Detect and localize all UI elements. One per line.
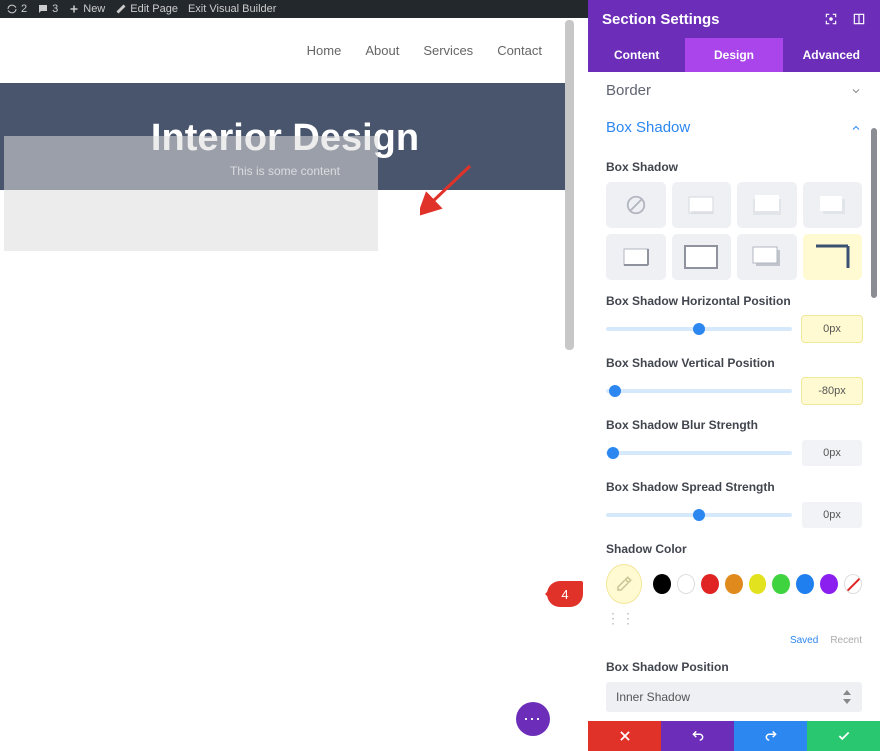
divi-fab-button[interactable]: ⋯ (516, 702, 550, 736)
eyedropper-button[interactable] (606, 564, 642, 604)
nav-contact[interactable]: Contact (497, 43, 542, 58)
swatch-clear[interactable] (844, 574, 862, 594)
callout-4: 4 (547, 581, 583, 607)
swatch-white[interactable] (677, 574, 695, 594)
hpos-slider[interactable] (606, 327, 792, 331)
chevron-down-icon (850, 85, 862, 97)
panel-tabs: Content Design Advanced (588, 38, 880, 72)
annotation-arrow-icon (420, 156, 480, 216)
section-box-shadow[interactable]: Box Shadow (606, 109, 862, 146)
panel-header: Section Settings (588, 0, 880, 38)
spread-label: Box Shadow Spread Strength (606, 480, 862, 494)
page-preview: Home About Services Contact Interior Des… (0, 18, 570, 751)
tab-design[interactable]: Design (685, 38, 782, 72)
edit-page-label: Edit Page (130, 3, 178, 15)
panel-scrollbar[interactable] (871, 128, 877, 298)
preset-3[interactable] (803, 182, 863, 228)
focus-icon[interactable] (824, 12, 838, 26)
section-border[interactable]: Border (606, 72, 862, 109)
preset-5[interactable] (672, 234, 732, 280)
vpos-value[interactable]: -80px (802, 378, 862, 404)
swatch-black[interactable] (653, 574, 671, 594)
tab-advanced[interactable]: Advanced (783, 38, 880, 72)
cancel-button[interactable] (588, 721, 661, 751)
swatch-green[interactable] (772, 574, 790, 594)
blur-value[interactable]: 0px (802, 440, 862, 466)
refresh-count: 2 (21, 3, 27, 15)
drag-handle-icon[interactable]: ⋮⋮ (606, 610, 862, 627)
spread-value[interactable]: 0px (802, 502, 862, 528)
edit-page-item[interactable]: Edit Page (115, 3, 178, 15)
vpos-label: Box Shadow Vertical Position (606, 356, 862, 370)
position-label: Box Shadow Position (606, 660, 862, 674)
new-label: New (83, 3, 105, 15)
chevron-up-icon (850, 122, 862, 134)
hpos-value[interactable]: 0px (802, 316, 862, 342)
box-shadow-label: Box Shadow (606, 160, 862, 174)
swatch-red[interactable] (701, 574, 719, 594)
blur-slider[interactable] (606, 451, 792, 455)
panel-body: Border Box Shadow Box Shadow Box Shadow … (588, 72, 880, 721)
swatch-orange[interactable] (725, 574, 743, 594)
preset-7-selected[interactable] (803, 234, 863, 280)
exit-vb-item[interactable]: Exit Visual Builder (188, 3, 276, 15)
preset-4[interactable] (606, 234, 666, 280)
swatch-purple[interactable] (820, 574, 838, 594)
preset-none[interactable] (606, 182, 666, 228)
select-arrows-icon (842, 690, 852, 704)
vpos-slider[interactable] (606, 389, 792, 393)
refresh-item[interactable]: 2 (6, 3, 27, 15)
redo-button[interactable] (734, 721, 807, 751)
swatch-blue[interactable] (796, 574, 814, 594)
preset-grid (606, 182, 862, 280)
preset-1[interactable] (672, 182, 732, 228)
preview-scrollbar[interactable] (565, 20, 574, 350)
undo-button[interactable] (661, 721, 734, 751)
new-item[interactable]: New (68, 3, 105, 15)
shadow-overlay (4, 136, 378, 251)
nav-services[interactable]: Services (423, 43, 473, 58)
panel-footer (588, 721, 880, 751)
settings-panel: Section Settings Content Design Advanced… (588, 0, 880, 751)
panel-title: Section Settings (602, 11, 720, 28)
tab-content[interactable]: Content (588, 38, 685, 72)
position-value: Inner Shadow (616, 690, 690, 704)
saved-link[interactable]: Saved (790, 635, 818, 646)
nav-about[interactable]: About (365, 43, 399, 58)
comments-item[interactable]: 3 (37, 3, 58, 15)
recent-link[interactable]: Recent (830, 635, 862, 646)
nav-home[interactable]: Home (307, 43, 342, 58)
blur-label: Box Shadow Blur Strength (606, 418, 862, 432)
preset-6[interactable] (737, 234, 797, 280)
site-nav: Home About Services Contact (0, 18, 570, 83)
expand-icon[interactable] (852, 12, 866, 26)
swatch-row (606, 564, 862, 604)
swatch-yellow[interactable] (749, 574, 767, 594)
position-select[interactable]: Inner Shadow (606, 682, 862, 712)
comments-count: 3 (52, 3, 58, 15)
hpos-label: Box Shadow Horizontal Position (606, 294, 862, 308)
save-button[interactable] (807, 721, 880, 751)
preset-2[interactable] (737, 182, 797, 228)
color-label: Shadow Color (606, 542, 862, 556)
spread-slider[interactable] (606, 513, 792, 517)
